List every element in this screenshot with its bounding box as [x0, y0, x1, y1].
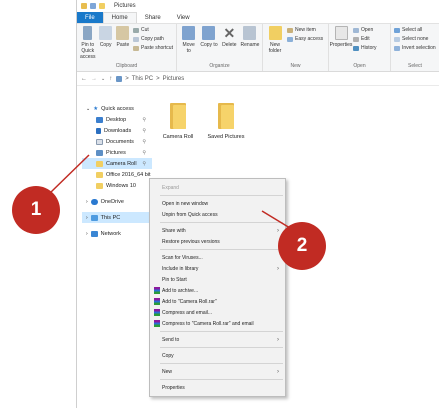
callout-1-number: 1: [30, 199, 42, 220]
callout-step-1: 1: [12, 186, 60, 234]
callout-step-2: 2: [278, 222, 326, 270]
callout-2-line: [261, 210, 291, 229]
callout-2-number: 2: [296, 235, 308, 256]
callout-1-line: [49, 154, 90, 194]
callout-lines: [49, 154, 291, 229]
